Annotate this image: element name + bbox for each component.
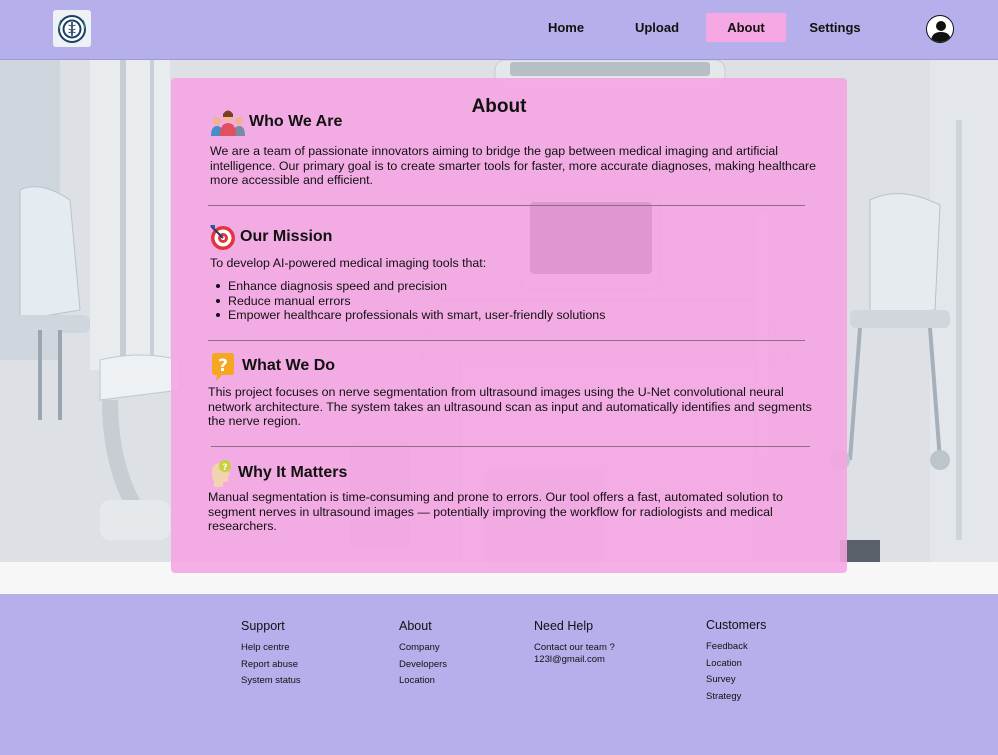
divider [208, 340, 805, 341]
target-icon [208, 223, 236, 251]
footer-link-survey[interactable]: Survey [706, 674, 766, 691]
footer-link-system-status[interactable]: System status [241, 675, 301, 692]
footer-need-help: Need Help Contact our team ? 123l@gmail.… [534, 619, 615, 665]
footer-about: About Company Developers Location [399, 619, 447, 692]
footer-heading: Support [241, 619, 285, 633]
section-heading-what-we-do: ? What We Do [208, 352, 336, 381]
footer: Support Help centre Report abuse System … [0, 594, 998, 755]
thinking-head-icon: ? [208, 459, 234, 487]
footer-customers: Customers Feedback Location Survey Strat… [706, 618, 766, 707]
section-title: Our Mission [240, 228, 333, 245]
nav-about[interactable]: About [706, 13, 786, 42]
footer-heading: Customers [706, 618, 767, 632]
nav-upload[interactable]: Upload [628, 13, 686, 42]
footer-link-help-centre[interactable]: Help centre [241, 642, 301, 659]
section-title: Who We Are [249, 113, 343, 130]
footer-link-location[interactable]: Location [706, 658, 766, 675]
footer-contact-text: Contact our team ? [534, 642, 615, 653]
footer-link-developers[interactable]: Developers [399, 659, 447, 676]
footer-link-report-abuse[interactable]: Report abuse [241, 659, 301, 676]
list-item: Enhance diagnosis speed and precision [210, 279, 605, 294]
footer-heading: About [399, 619, 432, 633]
section-text-why-it-matters: Manual segmentation is time-consuming an… [208, 490, 783, 534]
footer-link-company[interactable]: Company [399, 642, 447, 659]
footer-link-strategy[interactable]: Strategy [706, 691, 766, 708]
list-item: Empower healthcare professionals with sm… [210, 308, 605, 323]
section-heading-our-mission: Our Mission [208, 223, 332, 251]
section-text-who-we-are: We are a team of passionate innovators a… [210, 144, 817, 188]
section-text-what-we-do: This project focuses on nerve segmentati… [208, 385, 812, 429]
about-card: About Who We Are We are a team of passio… [171, 78, 847, 573]
section-title: Why It Matters [238, 464, 348, 481]
navbar: Home Upload About Settings [0, 0, 998, 60]
svg-text:?: ? [222, 463, 227, 473]
question-bubble-icon: ? [208, 352, 238, 381]
nav-home[interactable]: Home [538, 13, 594, 42]
user-icon [931, 21, 951, 42]
nav-settings[interactable]: Settings [802, 13, 868, 42]
footer-heading: Need Help [534, 619, 594, 633]
section-text-our-mission: To develop AI-powered medical imaging to… [210, 256, 487, 270]
divider [211, 446, 810, 447]
mission-list: Enhance diagnosis speed and precision Re… [210, 279, 605, 323]
footer-contact-email[interactable]: 123l@gmail.com [534, 654, 615, 666]
divider [208, 205, 805, 206]
team-icon [209, 108, 245, 136]
logo[interactable] [53, 10, 91, 47]
svg-text:?: ? [218, 356, 228, 376]
medical-emblem-icon [58, 14, 86, 43]
list-item: Reduce manual errors [210, 294, 605, 309]
section-heading-who-we-are: Who We Are [209, 108, 342, 136]
user-avatar[interactable] [926, 15, 954, 43]
section-heading-why-it-matters: ? Why It Matters [208, 459, 347, 487]
footer-link-location[interactable]: Location [399, 675, 447, 692]
footer-link-feedback[interactable]: Feedback [706, 641, 766, 658]
footer-support: Support Help centre Report abuse System … [241, 619, 301, 692]
section-title: What We Do [242, 357, 336, 374]
